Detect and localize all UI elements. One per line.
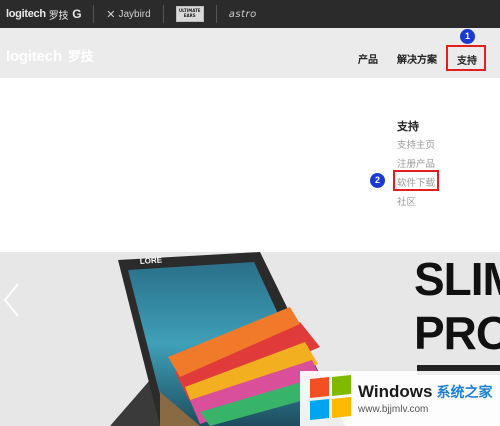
download-highlight-box [393, 170, 439, 191]
jaybird-brand-link[interactable]: ✕ Jaybird [106, 0, 150, 28]
dropdown-title: 支持 [397, 120, 419, 133]
logo-wordmark: logitech [6, 48, 62, 65]
astro-brand-link[interactable]: astro [229, 0, 257, 28]
ultimate-ears-logo: ULTIMATE EARS [175, 6, 204, 22]
logitech-wordmark: logitech [6, 8, 46, 20]
watermark-title-en: Windows [358, 382, 433, 401]
brand-bar: logitech 罗技 G ✕ Jaybird ULTIMATE EARS as… [0, 0, 500, 28]
tablet-screen-brand: LORE [140, 255, 163, 266]
site-logo[interactable]: logitech 罗技 [6, 46, 94, 65]
logitech-g-logo: G [72, 7, 82, 21]
jaybird-icon: ✕ [106, 8, 116, 21]
divider [162, 5, 164, 23]
step-marker-2: 2 [370, 173, 385, 188]
ultimate-ears-brand-link[interactable]: ULTIMATE EARS [175, 0, 204, 28]
carousel-prev-arrow-icon[interactable] [2, 282, 20, 318]
dropdown-item-register-product[interactable]: 注册产品 [397, 156, 435, 170]
dropdown-item-support-home[interactable]: 支持主页 [397, 137, 435, 151]
divider [93, 5, 95, 23]
step-marker-1: 1 [460, 29, 475, 44]
ultimate-ears-line2: EARS [183, 13, 196, 18]
astro-wordmark: astro [228, 8, 257, 20]
windows-logo-icon [310, 374, 352, 420]
logitech-brand-link[interactable]: logitech 罗技 G [0, 0, 82, 28]
hero-headline-line1: SLIM [414, 253, 500, 305]
nav-products[interactable]: 产品 [358, 51, 378, 66]
logitech-cn-wordmark: 罗技 [48, 10, 69, 22]
watermark-title: Windows 系统之家 [358, 382, 492, 402]
watermark-url: www.bjjmlv.com [358, 404, 429, 415]
support-highlight-box [446, 45, 486, 71]
dropdown-item-community[interactable]: 社区 [397, 194, 416, 208]
jaybird-wordmark: Jaybird [118, 8, 151, 20]
watermark-text: Windows 系统之家 www.bjjmlv.com [358, 382, 492, 415]
watermark-title-cn: 系统之家 [436, 384, 493, 400]
hero-headline-line2: PRO [414, 307, 500, 359]
hero-headline: SLIM PRO [414, 252, 500, 360]
logo-cn: 罗技 [67, 49, 94, 64]
nav-solutions[interactable]: 解决方案 [397, 51, 437, 66]
site-watermark: Windows 系统之家 www.bjjmlv.com [300, 371, 500, 426]
divider [215, 5, 217, 23]
